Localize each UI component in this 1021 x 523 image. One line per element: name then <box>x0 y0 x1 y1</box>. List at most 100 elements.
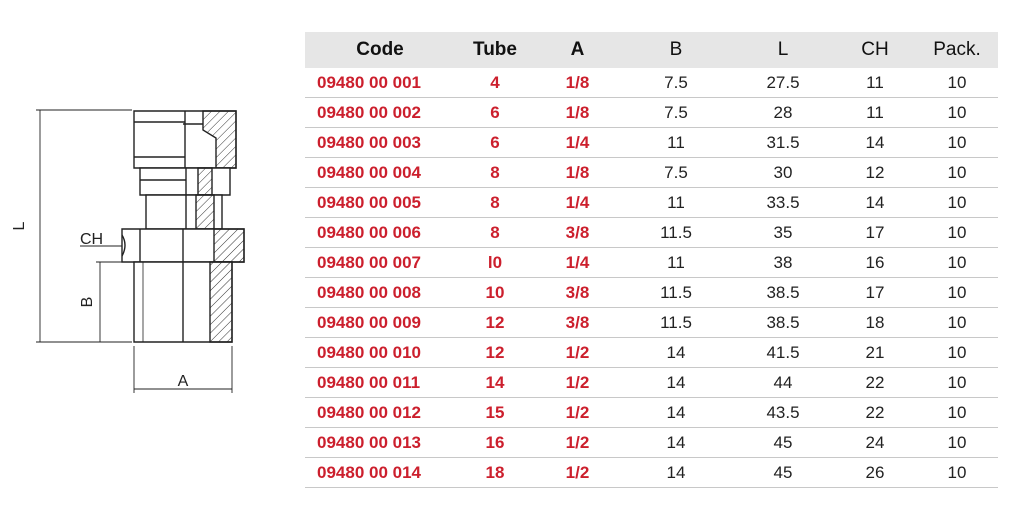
cell-tube: 15 <box>455 397 535 428</box>
cell-a: 1/2 <box>535 457 620 488</box>
cell-a: 3/8 <box>535 277 620 308</box>
dim-label-l: L <box>11 221 28 230</box>
cell-l: 45 <box>732 427 834 458</box>
cell-a: 1/2 <box>535 337 620 368</box>
cell-tube: 18 <box>455 457 535 488</box>
cell-pack: 10 <box>916 367 998 398</box>
cell-l: 38 <box>732 247 834 278</box>
dim-label-b: B <box>79 297 96 308</box>
cell-ch: 24 <box>834 427 916 458</box>
cell-pack: 10 <box>916 127 998 158</box>
cell-a: 1/4 <box>535 247 620 278</box>
cell-code: 09480 00 009 <box>305 307 455 338</box>
cell-code: 09480 00 010 <box>305 337 455 368</box>
cell-pack: 10 <box>916 457 998 488</box>
cell-l: 43.5 <box>732 397 834 428</box>
fitting-outline <box>121 110 245 343</box>
table-row: 09480 00 004 8 1/8 7.5 30 12 10 <box>305 157 998 188</box>
cell-tube: 10 <box>455 277 535 308</box>
cell-code: 09480 00 005 <box>305 187 455 218</box>
cell-b: 11 <box>620 187 732 218</box>
cell-pack: 10 <box>916 277 998 308</box>
cell-pack: 10 <box>916 68 998 98</box>
cell-tube: 6 <box>455 127 535 158</box>
cell-tube: 12 <box>455 307 535 338</box>
cell-code: 09480 00 008 <box>305 277 455 308</box>
cell-ch: 21 <box>834 337 916 368</box>
cell-ch: 22 <box>834 397 916 428</box>
cell-a: 1/2 <box>535 427 620 458</box>
cell-l: 44 <box>732 367 834 398</box>
cell-code: 09480 00 011 <box>305 367 455 398</box>
table-row: 09480 00 013 16 1/2 14 45 24 10 <box>305 427 998 458</box>
cell-code: 09480 00 002 <box>305 97 455 128</box>
cell-ch: 17 <box>834 217 916 248</box>
cell-b: 7.5 <box>620 97 732 128</box>
header-l: L <box>732 32 834 68</box>
cell-ch: 14 <box>834 187 916 218</box>
table-row: 09480 00 007 l0 1/4 11 38 16 10 <box>305 247 998 278</box>
cell-l: 27.5 <box>732 68 834 98</box>
table-row: 09480 00 001 4 1/8 7.5 27.5 11 10 <box>305 68 998 98</box>
table-row: 09480 00 012 15 1/2 14 43.5 22 10 <box>305 397 998 428</box>
cell-b: 11 <box>620 247 732 278</box>
header-b: B <box>620 32 732 68</box>
header-tube: Tube <box>455 32 535 68</box>
cell-a: 1/4 <box>535 187 620 218</box>
cell-a: 1/8 <box>535 68 620 98</box>
cell-pack: 10 <box>916 337 998 368</box>
cell-ch: 14 <box>834 127 916 158</box>
cell-pack: 10 <box>916 427 998 458</box>
header-pack: Pack. <box>916 32 998 68</box>
cell-tube: 8 <box>455 217 535 248</box>
cell-b: 7.5 <box>620 68 732 98</box>
cell-pack: 10 <box>916 157 998 188</box>
cell-code: 09480 00 001 <box>305 68 455 98</box>
cell-b: 14 <box>620 427 732 458</box>
cell-pack: 10 <box>916 397 998 428</box>
cell-tube: 14 <box>455 367 535 398</box>
cell-code: 09480 00 003 <box>305 127 455 158</box>
cell-ch: 17 <box>834 277 916 308</box>
table-row: 09480 00 005 8 1/4 11 33.5 14 10 <box>305 187 998 218</box>
table-row: 09480 00 006 8 3/8 11.5 35 17 10 <box>305 217 998 248</box>
cell-pack: 10 <box>916 217 998 248</box>
cell-a: 1/4 <box>535 127 620 158</box>
cell-pack: 10 <box>916 307 998 338</box>
table-row: 09480 00 010 12 1/2 14 41.5 21 10 <box>305 337 998 368</box>
cell-ch: 12 <box>834 157 916 188</box>
cell-code: 09480 00 014 <box>305 457 455 488</box>
cell-b: 14 <box>620 337 732 368</box>
cell-code: 09480 00 007 <box>305 247 455 278</box>
cell-pack: 10 <box>916 97 998 128</box>
cell-a: 3/8 <box>535 217 620 248</box>
cell-tube: 8 <box>455 157 535 188</box>
cell-l: 30 <box>732 157 834 188</box>
cell-a: 1/8 <box>535 97 620 128</box>
table-row: 09480 00 002 6 1/8 7.5 28 11 10 <box>305 97 998 128</box>
cell-pack: 10 <box>916 187 998 218</box>
cell-l: 31.5 <box>732 127 834 158</box>
cell-l: 41.5 <box>732 337 834 368</box>
cell-pack: 10 <box>916 247 998 278</box>
cell-tube: l0 <box>455 247 535 278</box>
table-row: 09480 00 011 14 1/2 14 44 22 10 <box>305 367 998 398</box>
cell-l: 28 <box>732 97 834 128</box>
cell-code: 09480 00 013 <box>305 427 455 458</box>
cell-ch: 26 <box>834 457 916 488</box>
cell-b: 14 <box>620 367 732 398</box>
cell-b: 14 <box>620 457 732 488</box>
cell-b: 11 <box>620 127 732 158</box>
cell-ch: 22 <box>834 367 916 398</box>
cell-l: 45 <box>732 457 834 488</box>
cell-b: 14 <box>620 397 732 428</box>
table-row: 09480 00 014 18 1/2 14 45 26 10 <box>305 457 998 488</box>
fitting-drawing: L CH B A <box>11 109 245 393</box>
cell-l: 38.5 <box>732 277 834 308</box>
cell-ch: 18 <box>834 307 916 338</box>
cell-l: 38.5 <box>732 307 834 338</box>
table-row: 09480 00 008 10 3/8 11.5 38.5 17 10 <box>305 277 998 308</box>
cell-l: 35 <box>732 217 834 248</box>
table-header-row: Code Tube A B L CH Pack. <box>305 32 998 68</box>
cell-b: 11.5 <box>620 277 732 308</box>
